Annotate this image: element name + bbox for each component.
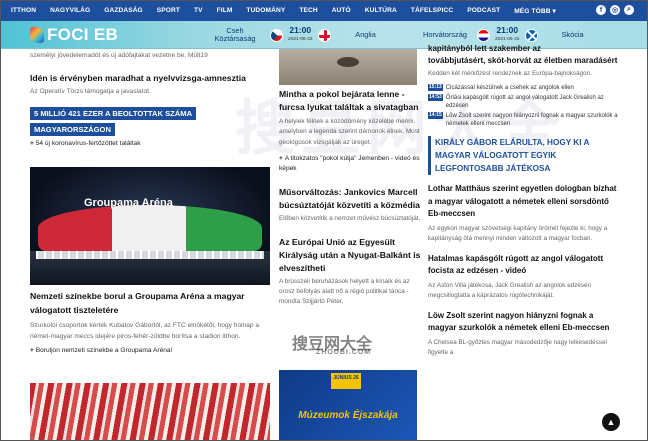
article-lead: Az Aston Villa játékosa, Jack Grealish a… [428,281,591,299]
croatia-flag-icon [477,28,490,42]
nav-item-film[interactable]: FILM [210,7,240,14]
related-link[interactable]: Boruljon nemzeti színekbe a Groupama Aré… [30,346,270,356]
home-team: Horvátország [423,30,467,39]
article-lead: A helyiek félnek a közödömény közelébe m… [279,118,420,146]
sinkhole-hole [337,57,359,67]
watermark-domain: ZHOUBI.COM [316,349,372,356]
nav-item-meg-tobb[interactable]: MÉG TÖBB ▾ [507,7,563,15]
museum-night-ad[interactable]: JÚNIUS 26 Múzeumok Éjszakája [279,370,417,441]
ticker-item[interactable]: 14:15 Löw Zsolt szerint nagyon hiányozni … [428,112,618,128]
watermark-brand: 搜豆网大全 [292,336,373,353]
ticker-item[interactable]: 14:53 Őrlási kapásgólt rúgott az angol vá… [428,94,618,110]
chevron-up-icon: ▲ [606,417,616,427]
nav-item-podcast[interactable]: PODCAST [460,7,507,14]
nav-item-tudomany[interactable]: TUDOMÁNY [239,7,292,14]
article-title[interactable]: Hatalmas kapásgólt rúgott az angol válog… [428,253,618,278]
related-link[interactable]: 54 új koronavírus-fertőzöttet találtak [30,139,270,149]
home-team: Cseh Köztársaság [214,26,256,43]
article-snippet: személyi jövedelemadót és új adófajtákat… [30,52,208,59]
foci-logo-icon [30,26,44,43]
search-icon[interactable]: ⌕ [624,5,634,15]
match-time: 21:00 2021-06-22 [288,25,313,42]
article-lead: Előben közvetítik a nemzet művész búcsúz… [279,215,421,223]
article-lead: Kedden két mérkőzést rendeznek az Európa… [428,70,592,77]
nav-item-itthon[interactable]: ITTHON [4,7,43,14]
czech-flag-icon [270,28,283,42]
article-lead: A brüsszeli beruházások helyett a kínaik… [279,277,410,306]
article-lead: A Chelsea BL-győztes magyar másodedzője … [428,338,607,356]
middle-column: Mintha a pokol bejárata lenne - furcsa l… [279,88,421,308]
stadium-sign: Groupama Aréna [84,197,173,209]
instagram-icon[interactable]: ◎ [610,5,620,15]
nav-item-sport[interactable]: SPORT [150,7,187,14]
ad-date: JÚNIUS 26 [331,373,361,389]
stadium-arcade [36,251,264,259]
article-title[interactable]: kapitányból lett szakember az továbbjutás… [428,43,618,67]
news-ticker: 15:13 Cicázással készülnek a csehek az an… [428,84,618,128]
article-title[interactable]: Lothar Matthäus szerint egyetlen dologba… [428,183,618,221]
nav-item-nagyvilag[interactable]: NAGYVILÁG [43,7,97,14]
match-cze-eng[interactable]: Cseh Köztársaság 21:00 2021-06-22 Anglia [205,21,396,49]
nav-item-gazdasag[interactable]: GAZDASÁG [97,7,150,14]
nav-item-tafelspicc[interactable]: TÁFELSPICC [404,7,460,14]
scotland-flag-icon [524,28,538,42]
match-time: 21:00 2021-06-22 [495,25,520,42]
article-title[interactable]: Műsorváltozás: Jankovics Marcell búcsúzt… [279,186,421,212]
fans-photo[interactable] [30,383,270,441]
article-lead: Az Operatív Törzs támogatja a javaslatot… [30,88,151,95]
nav-item-kultura[interactable]: KULTÚRA [358,7,404,14]
ad-title: Múzeumok Éjszakája [298,410,398,421]
left-article: Nemzeti színekbe borul a Groupama Aréna … [30,289,270,356]
article-title[interactable]: Löw Zsolt szerint nagyon hiányzni fognak… [428,310,618,335]
foci-eb-logo[interactable]: FOCI EB [0,25,180,45]
nav-item-auto[interactable]: AUTÓ [325,7,358,14]
facebook-icon[interactable]: f [596,5,606,15]
article-title[interactable]: Nemzeti színekbe borul a Groupama Aréna … [30,289,270,317]
stadium-roof [38,205,262,251]
article-title[interactable]: Az Európai Unió az Egyesült Királyság ut… [279,236,421,275]
away-team: Skócia [561,30,584,39]
scroll-to-top-button[interactable]: ▲ [602,413,620,431]
interview-banner[interactable]: KIRÁLY GÁBOR ELÁRULTA, HOGY KI A MAGYAR V… [428,136,618,175]
ticker-item[interactable]: 15:13 Cicázással készülnek a csehek az an… [428,84,618,92]
sinkhole-photo[interactable] [279,49,417,85]
article-lead: Az egykori magyar szövetségi kapitány ör… [428,224,608,242]
article-title[interactable]: Mintha a pokol bejárata lenne - furcsa l… [279,88,421,114]
left-column: személyi jövedelemadót és új adófajtákat… [30,49,270,149]
away-team: Anglia [355,30,376,39]
nav-item-tv[interactable]: TV [187,7,210,14]
nav-item-tech[interactable]: TECH [292,7,324,14]
article-lead: Szurkolói csoportok kérték Kubatov Gábor… [30,322,260,340]
right-column: kapitányból lett szakember az továbbjutás… [428,44,618,358]
article-title[interactable]: Idén is érvényben maradhat a nyelvvizsga… [30,71,270,85]
england-flag-icon [317,28,331,42]
vaccination-banner[interactable]: 5 MILLIÓ 421 EZER A BEOLTOTTAK SZÁMA MAGY… [30,104,270,136]
top-navigation: ITTHON NAGYVILÁG GAZDASÁG SPORT TV FILM … [0,0,648,21]
stadium-photo[interactable]: Groupama Aréna [30,167,270,285]
related-link[interactable]: A titokzatos "pokol kútja" Jemenben - vi… [279,154,421,174]
